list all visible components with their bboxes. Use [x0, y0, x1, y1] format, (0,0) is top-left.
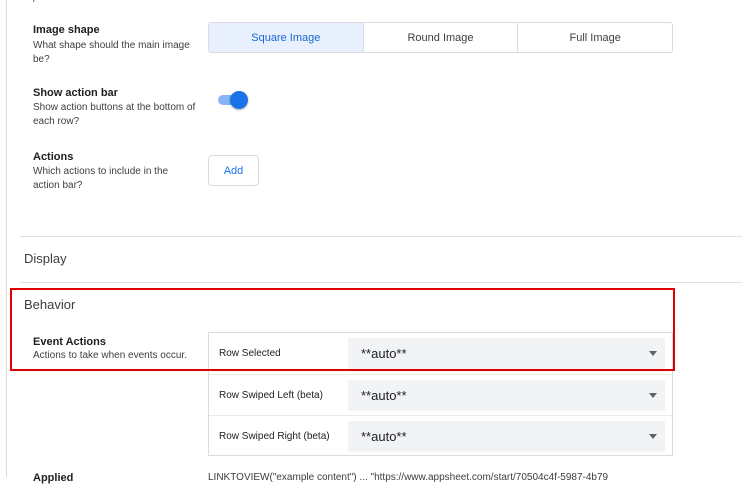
section-divider	[20, 282, 742, 283]
toggle-thumb	[230, 91, 248, 109]
row-swiped-left-action-select[interactable]: **auto**	[348, 380, 665, 411]
event-name: Row Selected	[219, 348, 281, 359]
cut-off-text: /	[33, 0, 36, 5]
select-value: **auto**	[361, 346, 407, 361]
left-divider	[6, 0, 7, 477]
dropdown-caret-icon	[649, 434, 657, 439]
full-image-option[interactable]: Full Image	[517, 23, 672, 52]
behavior-section-header[interactable]: Behavior	[24, 297, 75, 312]
dropdown-caret-icon	[649, 393, 657, 398]
event-actions-table: Row Selected **auto** Row Swiped Left (b…	[208, 332, 673, 456]
event-name: Row Swiped Right (beta)	[219, 431, 330, 442]
event-actions-description: Actions to take when events occur.	[33, 350, 187, 361]
actions-description: Which actions to include in the action b…	[33, 166, 169, 191]
round-image-option[interactable]: Round Image	[362, 23, 518, 52]
show-action-bar-toggle[interactable]	[216, 91, 248, 109]
display-section-header[interactable]: Display	[24, 251, 67, 266]
applied-value: LINKTOVIEW("example content") ... "https…	[208, 472, 609, 483]
image-shape-selector: Square Image Round Image Full Image	[208, 22, 673, 53]
event-row-swiped-right: Row Swiped Right (beta) **auto**	[209, 415, 672, 457]
select-value: **auto**	[361, 388, 407, 403]
image-shape-description: What shape should the main image be?	[33, 40, 190, 65]
event-actions-label: Event Actions	[33, 336, 106, 348]
square-image-option[interactable]: Square Image	[209, 23, 363, 52]
row-selected-action-select[interactable]: **auto**	[348, 338, 665, 369]
section-divider	[20, 236, 742, 237]
event-name: Row Swiped Left (beta)	[219, 390, 323, 401]
event-row-swiped-left: Row Swiped Left (beta) **auto**	[209, 374, 672, 416]
image-shape-label: Image shape	[33, 24, 100, 36]
show-action-bar-label: Show action bar	[33, 87, 118, 99]
dropdown-caret-icon	[649, 351, 657, 356]
show-action-bar-description: Show action buttons at the bottom of eac…	[33, 102, 196, 127]
actions-label: Actions	[33, 151, 74, 163]
row-swiped-right-action-select[interactable]: **auto**	[348, 421, 665, 452]
select-value: **auto**	[361, 429, 407, 444]
add-action-button[interactable]: Add	[208, 155, 259, 186]
applied-label: Applied	[33, 472, 74, 484]
event-row-row-selected: Row Selected **auto**	[209, 333, 672, 374]
